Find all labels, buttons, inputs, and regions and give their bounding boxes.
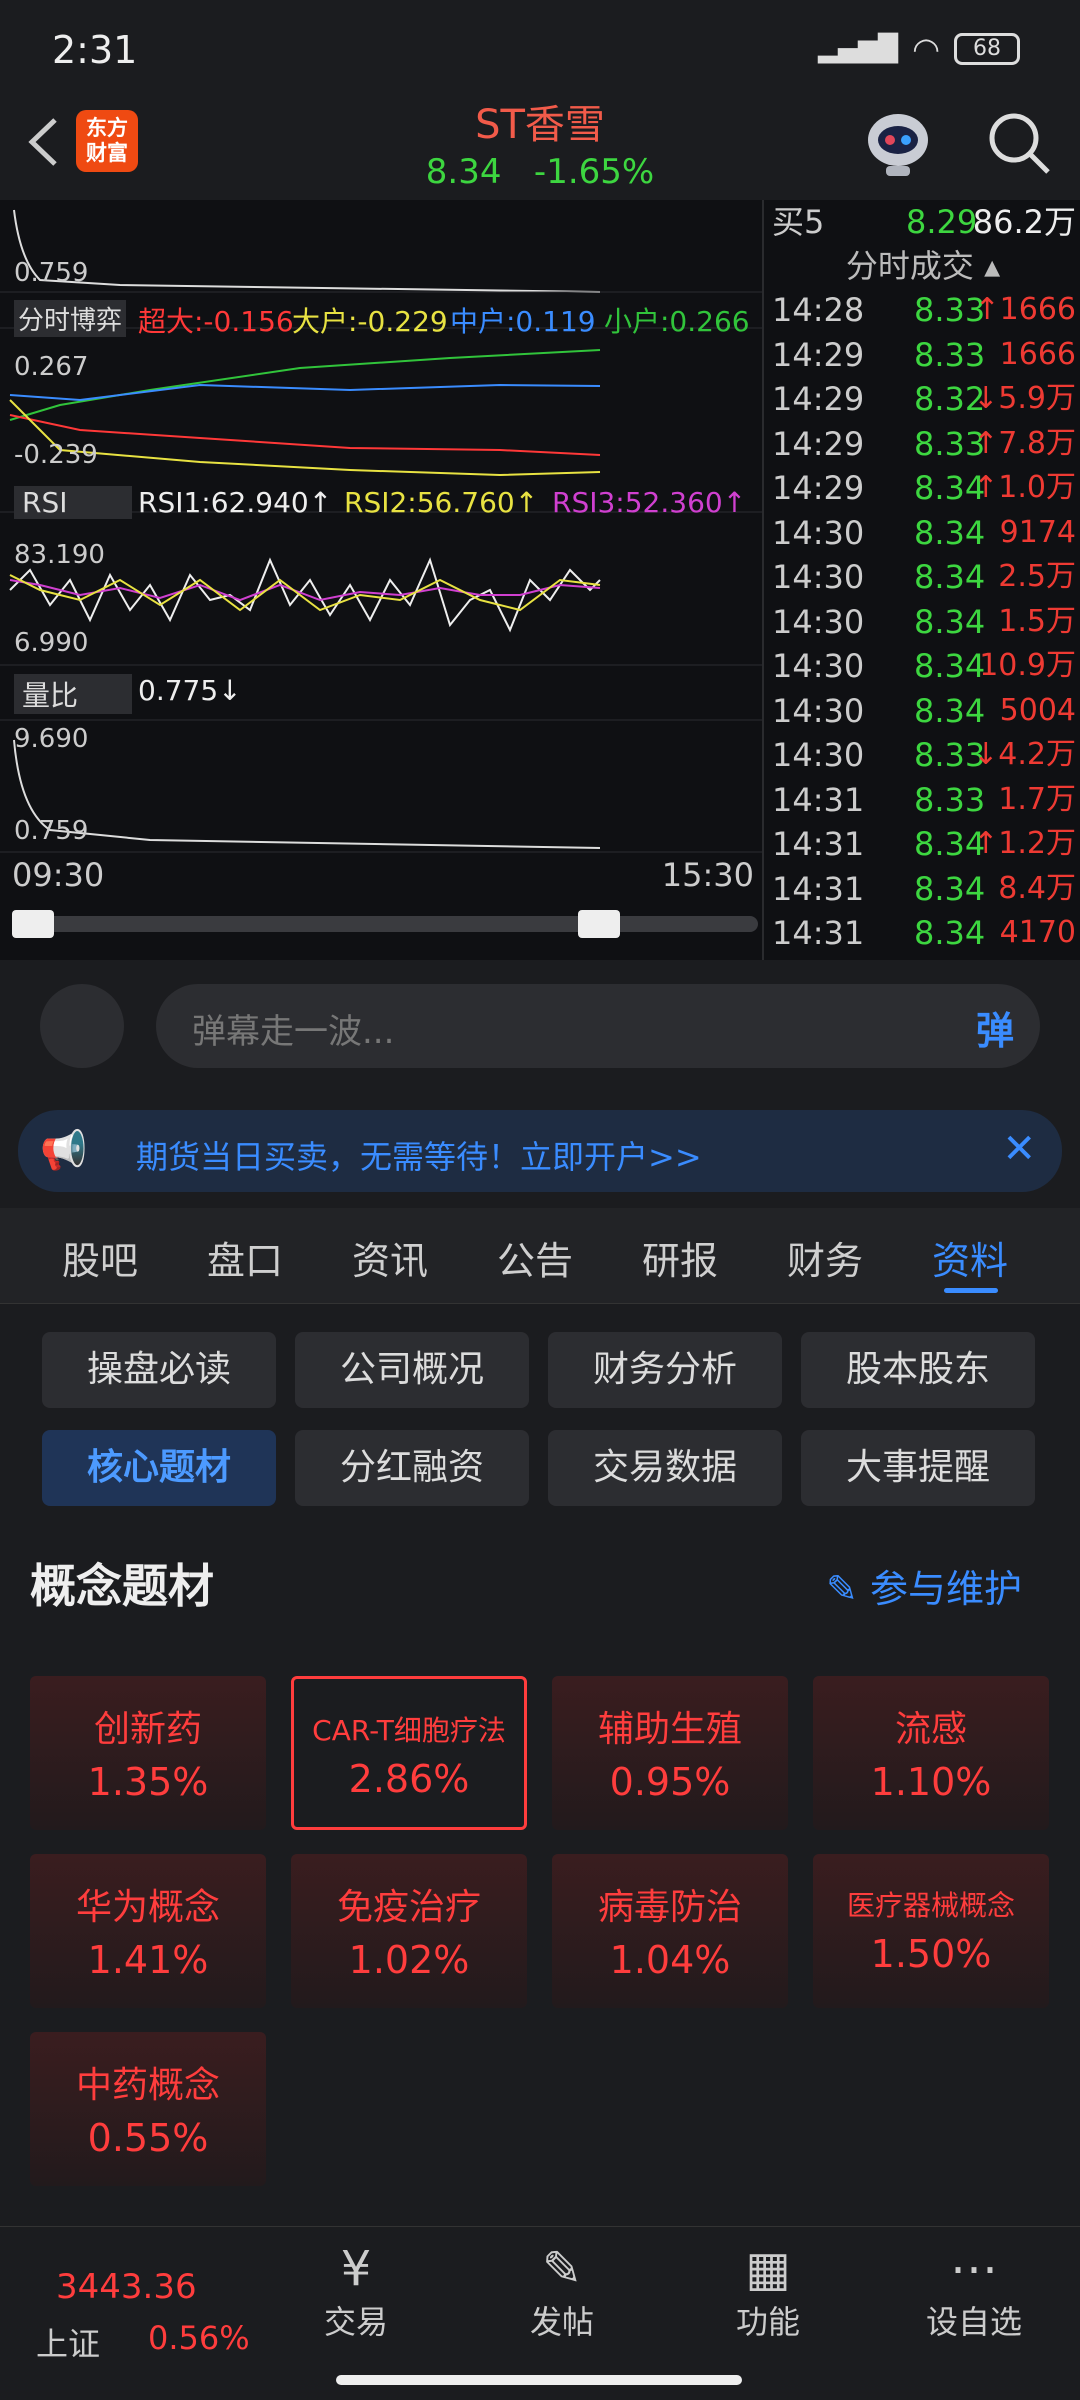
bottom-nav: 3443.36 上证 0.56% ¥ 交易 ✎ 发帖 ▦ 功能 ⋯ 设自选	[0, 2226, 1080, 2400]
detail-tabs: 股吧 盘口 资讯 公告 研报 财务 资料	[0, 1208, 1080, 1304]
tick-row: 14:29 8.34 ↑1.0万	[772, 469, 1076, 507]
tab-4[interactable]: 研报	[642, 1230, 718, 1285]
rsi2-value: RSI2:56.760↑	[344, 486, 539, 519]
trade-ticks-panel[interactable]: 买5 8.29 86.2万 分时成交 ▴ 14:28 8.33 ↑1666 14:29…	[762, 200, 1080, 960]
danmu-send-button[interactable]: 弹	[976, 1000, 1014, 1055]
bs-mid: 中户:0.119	[450, 305, 596, 338]
rsi3-value: RSI3:52.360↑	[552, 486, 747, 519]
concept-card[interactable]: 医疗器械概念 1.50%	[813, 1854, 1049, 2008]
tick-row: 14:31 8.34 8.4万	[772, 869, 1076, 908]
grid-icon: ▦	[745, 2241, 791, 2297]
concept-card[interactable]: 中药概念 0.55%	[30, 2032, 266, 2186]
edit-post-icon: ✎	[541, 2241, 583, 2297]
index-pct[interactable]: 0.56%	[148, 2319, 250, 2357]
edit-icon: ✎	[826, 1567, 858, 1611]
subtab-4[interactable]: 核心题材	[42, 1430, 276, 1506]
yen-cycle-icon: ¥	[340, 2241, 372, 2297]
subtab-0[interactable]: 操盘必读	[42, 1332, 276, 1408]
tab-2[interactable]: 资讯	[352, 1230, 428, 1285]
rsi1-value: RSI1:62.940↑	[138, 486, 333, 519]
time-end: 15:30	[661, 856, 754, 894]
tick-row: 14:29 8.33 1666	[772, 335, 1076, 374]
status-bar: 2:31 ▂▄▆█ ◠ 68	[0, 0, 1080, 100]
subtab-6[interactable]: 交易数据	[548, 1430, 782, 1506]
tab-underline	[944, 1288, 998, 1293]
top-min-label: 0.759	[14, 258, 89, 288]
tab-3[interactable]: 公告	[497, 1230, 573, 1285]
tick-row: 14:28 8.33 ↑1666	[772, 291, 1076, 329]
subtab-2[interactable]: 财务分析	[548, 1332, 782, 1408]
section-title: 概念题材	[30, 1559, 214, 1613]
rsi-min-label: 6.990	[14, 628, 89, 658]
tick-row: 14:29 8.33 ↑7.8万	[772, 424, 1076, 463]
concept-card[interactable]: CAR-T细胞疗法 2.86%	[291, 1676, 527, 1830]
robot-assistant-icon[interactable]	[862, 104, 934, 180]
close-icon[interactable]: ✕	[1002, 1126, 1036, 1172]
subtab-5[interactable]: 分红融资	[295, 1430, 529, 1506]
ticks-section-title[interactable]: 分时成交 ▴	[764, 244, 1080, 288]
tick-row: 14:31 8.34 ↑1.2万	[772, 825, 1076, 863]
tick-row: 14:30 8.34 5004	[772, 691, 1076, 730]
search-icon[interactable]	[984, 108, 1054, 178]
more-icon: ⋯	[950, 2241, 998, 2297]
bs-large: 大户:-0.229	[292, 305, 448, 338]
tick-row: 14:30 8.34 10.9万	[772, 647, 1076, 685]
tick-row: 14:30 8.33 ↓4.2万	[772, 736, 1076, 774]
tab-5[interactable]: 财务	[787, 1230, 863, 1285]
concept-card[interactable]: 病毒防治 1.04%	[552, 1854, 788, 2008]
megaphone-icon: 📢	[40, 1128, 88, 1172]
bs-max-label: 0.267	[14, 352, 89, 382]
danmu-toggle-icon[interactable]	[40, 984, 124, 1068]
danmu-bar: 弹幕走一波... 弹	[0, 960, 1080, 1090]
vr-selector[interactable]: 量比	[14, 674, 132, 714]
tick-row: 14:31 8.33 1.7万	[772, 780, 1076, 819]
order-book-row: 买5 8.29 86.2万	[772, 203, 1076, 241]
tick-row: 14:30 8.34 9174	[772, 513, 1076, 552]
tick-row: 14:30 8.34 1.5万	[772, 602, 1076, 641]
vr-value: 0.775↓	[138, 674, 242, 707]
wifi-icon: ◠	[912, 30, 940, 68]
subtab-1[interactable]: 公司概况	[295, 1332, 529, 1408]
vr-max-label: 9.690	[14, 724, 89, 754]
subtab-7[interactable]: 大事提醒	[801, 1430, 1035, 1506]
bs-selector[interactable]: 分时博弈	[14, 300, 127, 337]
nav-trade[interactable]: ¥ 交易	[286, 2241, 426, 2343]
vr-min-label: 0.759	[14, 816, 89, 846]
battery-icon: 68	[954, 33, 1020, 65]
time-start: 09:30	[12, 856, 105, 894]
danmu-input[interactable]: 弹幕走一波... 弹	[156, 984, 1040, 1068]
rsi-selector[interactable]: RSI	[14, 486, 132, 519]
rsi-max-label: 83.190	[14, 540, 105, 570]
bs-min-label: -0.239	[14, 440, 98, 470]
intraday-chart[interactable]: 0.759 分时博弈 超大:-0.156 大户:-0.229 中户:0.119 …	[0, 200, 762, 960]
signal-icon: ▂▄▆█	[818, 34, 899, 64]
clock: 2:31	[52, 28, 138, 72]
nav-post[interactable]: ✎ 发帖	[492, 2241, 632, 2343]
subtab-3[interactable]: 股本股东	[801, 1332, 1035, 1408]
concept-card[interactable]: 流感 1.10%	[813, 1676, 1049, 1830]
edit-button[interactable]: ✎ 参与维护	[826, 1558, 1022, 1613]
concept-card[interactable]: 辅助生殖 0.95%	[552, 1676, 788, 1830]
status-icons: ▂▄▆█ ◠ 68	[818, 30, 1020, 68]
nav-add-favorite[interactable]: ⋯ 设自选	[904, 2241, 1044, 2343]
concept-card[interactable]: 免疫治疗 1.02%	[291, 1854, 527, 2008]
promo-banner[interactable]: 📢 期货当日买卖，无需等待！立即开户>> ✕	[18, 1110, 1062, 1192]
index-value[interactable]: 3443.36	[56, 2267, 197, 2307]
tab-1[interactable]: 盘口	[207, 1230, 283, 1285]
home-indicator[interactable]	[336, 2375, 742, 2385]
tick-row: 14:31 8.34 4170	[772, 914, 1076, 952]
concept-card[interactable]: 创新药 1.35%	[30, 1676, 266, 1830]
nav-functions[interactable]: ▦ 功能	[698, 2241, 838, 2343]
tick-row: 14:30 8.34 2.5万	[772, 558, 1076, 596]
tab-6[interactable]: 资料	[932, 1230, 1008, 1285]
index-name[interactable]: 上证	[36, 2319, 100, 2365]
bs-small: 小户:0.266	[604, 305, 750, 338]
concept-card[interactable]: 华为概念 1.41%	[30, 1854, 266, 2008]
tick-row: 14:29 8.32 ↓5.9万	[772, 380, 1076, 418]
tab-0[interactable]: 股吧	[62, 1230, 138, 1285]
bs-super: 超大:-0.156	[138, 305, 294, 338]
